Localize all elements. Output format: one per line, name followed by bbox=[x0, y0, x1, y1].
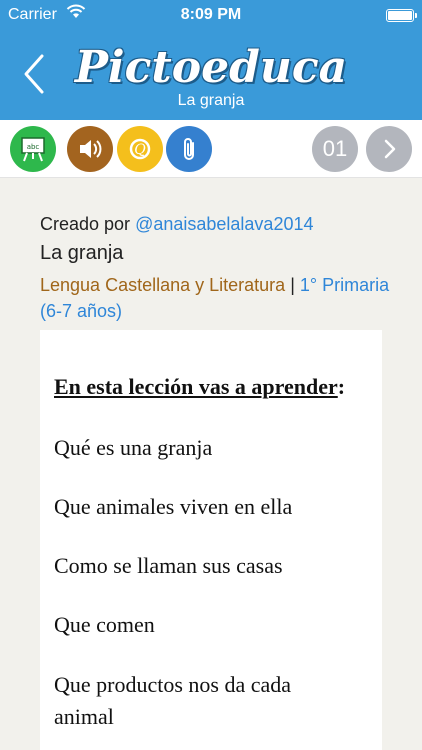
created-by-line: Creado por @anaisabelalava2014 bbox=[40, 212, 390, 236]
lesson-card: En esta lección vas a aprender: Qué es u… bbox=[40, 330, 382, 750]
battery-icon bbox=[386, 9, 417, 22]
quiz-button[interactable]: Q bbox=[117, 126, 163, 172]
svg-text:Q: Q bbox=[134, 142, 146, 158]
quiz-icon: Q bbox=[129, 138, 151, 160]
subject-link[interactable]: Lengua Castellana y Literatura bbox=[40, 275, 285, 295]
board-icon-text: abc bbox=[27, 143, 40, 151]
clock: 8:09 PM bbox=[180, 6, 242, 23]
card-item: Que animales viven en ella bbox=[54, 494, 293, 519]
lesson-subtitle: La granja bbox=[177, 92, 245, 109]
created-by-label: Creado por bbox=[40, 214, 131, 234]
chevron-right-icon bbox=[384, 139, 396, 159]
subject-separator: | bbox=[290, 275, 295, 295]
card-item: Qué es una granja bbox=[54, 435, 213, 460]
sound-button[interactable] bbox=[67, 126, 113, 172]
nav-bar: Pictoeduca La granja bbox=[0, 30, 422, 120]
app-logo: Pictoeduca bbox=[74, 42, 348, 93]
lesson-toolbar: abc Q 01 bbox=[0, 120, 422, 178]
lesson-content: Creado por @anaisabelalava2014 La granja… bbox=[0, 178, 422, 750]
lesson-meta: Creado por @anaisabelalava2014 La granja… bbox=[40, 212, 390, 324]
speaker-icon bbox=[80, 140, 102, 158]
card-item: Como se llaman sus casas bbox=[54, 553, 283, 578]
next-page-button[interactable] bbox=[366, 126, 412, 172]
subject-line: Lengua Castellana y Literatura | 1° Prim… bbox=[40, 272, 390, 324]
status-bar: Carrier 8:09 PM bbox=[0, 0, 422, 30]
card-heading: En esta lección vas a aprender: bbox=[54, 374, 345, 400]
author-link[interactable]: @anaisabelalava2014 bbox=[135, 214, 313, 234]
paperclip-icon bbox=[184, 138, 194, 160]
board-button[interactable]: abc bbox=[10, 126, 56, 172]
card-item: Que productos nos da cada animal bbox=[54, 672, 292, 729]
card-heading-colon: : bbox=[337, 374, 346, 399]
page-number-badge: 01 bbox=[312, 126, 358, 172]
lesson-title: La granja bbox=[40, 242, 124, 264]
blackboard-icon: abc bbox=[21, 137, 45, 162]
card-heading-text: En esta lección vas a aprender bbox=[54, 374, 338, 399]
card-item: Que comen bbox=[54, 612, 155, 637]
attachment-button[interactable] bbox=[166, 126, 212, 172]
